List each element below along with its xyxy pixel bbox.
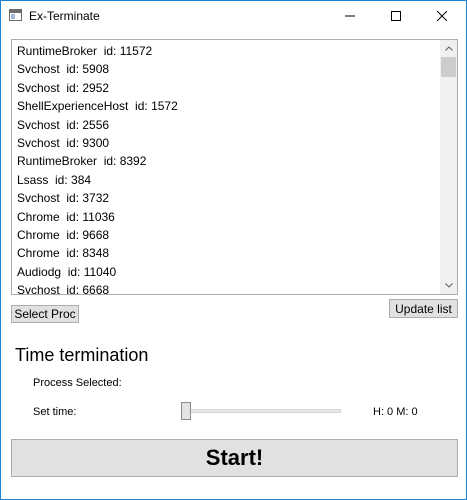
list-item[interactable]: Svchost id: 2556 — [12, 116, 440, 134]
scroll-thumb[interactable] — [441, 57, 456, 77]
update-list-button[interactable]: Update list — [389, 299, 458, 318]
maximize-button[interactable] — [373, 1, 419, 31]
list-item[interactable]: ShellExperienceHost id: 1572 — [12, 97, 440, 115]
list-item[interactable]: Chrome id: 9668 — [12, 226, 440, 244]
vertical-scrollbar[interactable] — [440, 40, 457, 294]
maximize-icon — [391, 11, 401, 21]
scroll-up-button[interactable] — [440, 40, 457, 57]
list-item[interactable]: Chrome id: 8348 — [12, 244, 440, 262]
chevron-up-icon — [444, 46, 453, 51]
start-button[interactable]: Start! — [11, 439, 458, 477]
select-proc-button[interactable]: Select Proc — [11, 305, 79, 323]
time-slider-track[interactable] — [181, 409, 341, 413]
scroll-down-button[interactable] — [440, 277, 457, 294]
minimize-button[interactable] — [327, 1, 373, 31]
list-item[interactable]: Svchost id: 3732 — [12, 189, 440, 207]
process-list[interactable]: RuntimeBroker id: 11572 Svchost id: 5908… — [11, 39, 458, 295]
list-item[interactable]: Lsass id: 384 — [12, 171, 440, 189]
close-icon — [437, 11, 447, 21]
list-item[interactable]: RuntimeBroker id: 8392 — [12, 152, 440, 170]
minimize-icon — [345, 15, 355, 17]
process-selected-label: Process Selected: — [33, 377, 122, 389]
list-item[interactable]: Audiodg id: 11040 — [12, 263, 440, 281]
list-item[interactable]: Chrome id: 11036 — [12, 208, 440, 226]
close-button[interactable] — [419, 1, 465, 31]
title-bar[interactable]: Ex-Terminate — [1, 1, 466, 31]
list-item[interactable]: Svchost id: 5908 — [12, 60, 440, 78]
time-readout: H: 0 M: 0 — [373, 406, 418, 418]
list-item[interactable]: Svchost id: 9300 — [12, 134, 440, 152]
list-item[interactable]: Svchost id: 2952 — [12, 79, 440, 97]
set-time-label: Set time: — [33, 406, 77, 418]
time-slider-thumb[interactable] — [181, 402, 191, 420]
app-window: Ex-Terminate RuntimeBroker id: 11572 Svc… — [0, 0, 467, 500]
list-item[interactable]: RuntimeBroker id: 11572 — [12, 42, 440, 60]
chevron-down-icon — [444, 283, 453, 288]
window-title: Ex-Terminate — [29, 9, 100, 23]
app-window-icon — [9, 9, 22, 21]
list-item[interactable]: Svchost id: 6668 — [12, 281, 440, 294]
process-list-items: RuntimeBroker id: 11572 Svchost id: 5908… — [12, 40, 440, 294]
section-title: Time termination — [15, 345, 149, 365]
